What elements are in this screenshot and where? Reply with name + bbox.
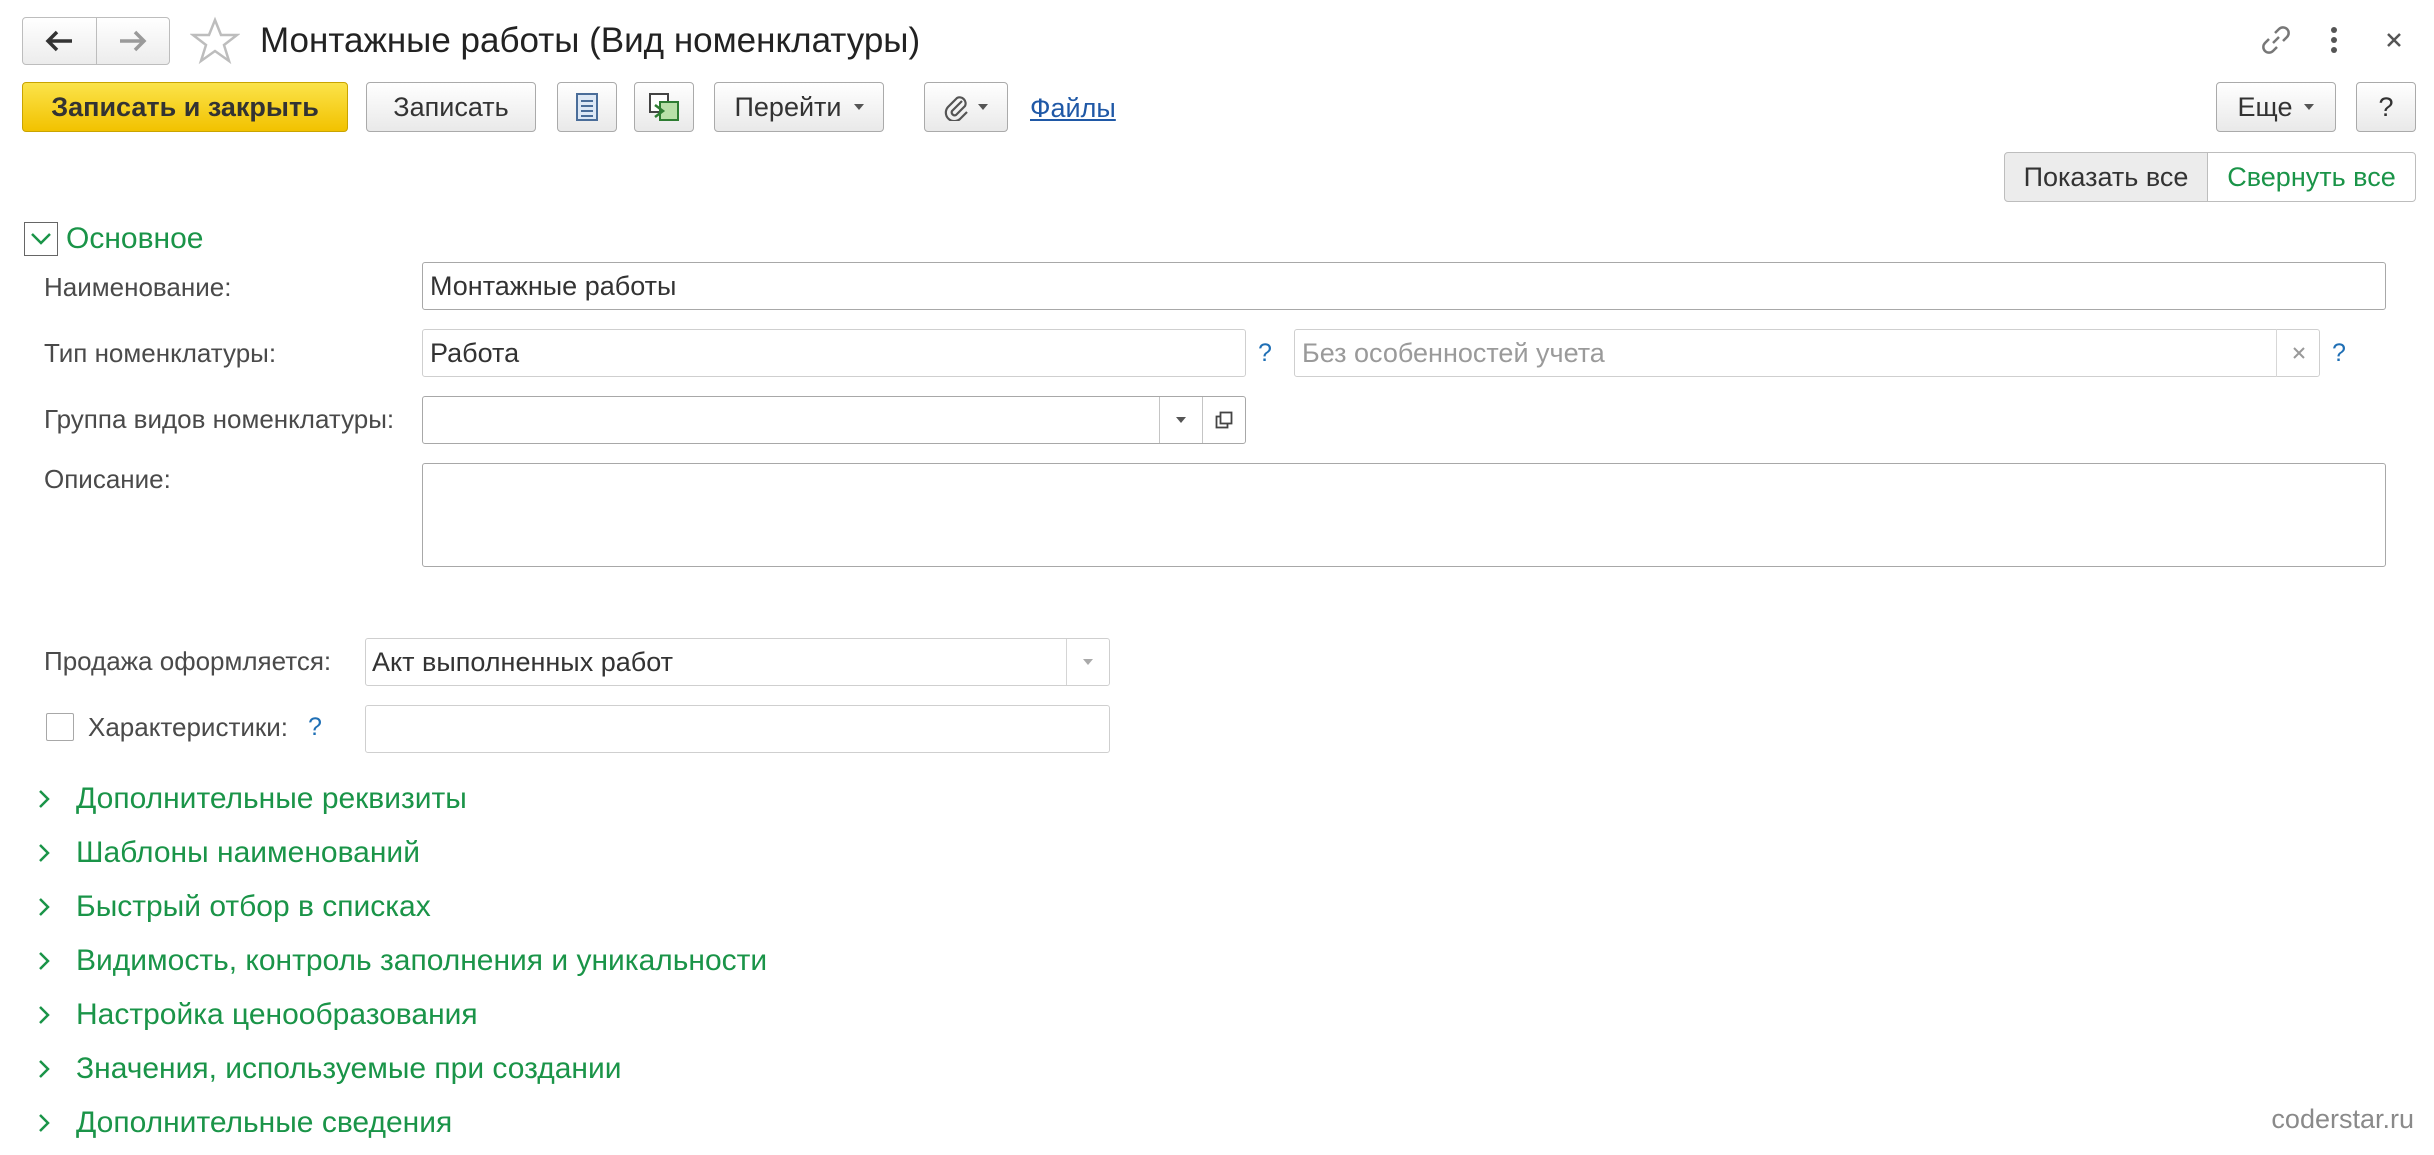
chevron-right-icon bbox=[30, 947, 58, 975]
item-type-field[interactable]: Работа bbox=[422, 329, 1246, 377]
section-default-values[interactable]: Значения, используемые при создании bbox=[30, 1042, 767, 1096]
item-type-help-link[interactable]: ? bbox=[1258, 334, 1272, 372]
section-additional-attributes[interactable]: Дополнительные реквизиты bbox=[30, 772, 767, 826]
section-quick-filter[interactable]: Быстрый отбор в списках bbox=[30, 880, 767, 934]
attach-button[interactable] bbox=[924, 82, 1008, 132]
section-title: Дополнительные сведения bbox=[76, 1106, 453, 1139]
structure-button[interactable] bbox=[634, 82, 694, 132]
forward-button[interactable] bbox=[95, 18, 170, 64]
list-icon bbox=[576, 93, 598, 121]
close-icon[interactable] bbox=[2374, 20, 2414, 60]
section-pricing-settings[interactable]: Настройка ценообразования bbox=[30, 988, 767, 1042]
main-section-toggle[interactable] bbox=[24, 222, 58, 256]
navigation-buttons bbox=[22, 17, 170, 65]
group-field[interactable] bbox=[422, 396, 1246, 444]
section-name-templates[interactable]: Шаблоны наименований bbox=[30, 826, 767, 880]
sale-document-value: Акт выполненных работ bbox=[372, 646, 673, 677]
goto-label: Перейти bbox=[734, 91, 842, 122]
chevron-down-icon bbox=[31, 233, 51, 245]
section-visibility-control[interactable]: Видимость, контроль заполнения и уникаль… bbox=[30, 934, 767, 988]
group-label: Группа видов номенклатуры: bbox=[44, 404, 395, 434]
accounting-feature-help-link[interactable]: ? bbox=[2332, 334, 2346, 372]
clear-button[interactable] bbox=[2276, 329, 2320, 377]
characteristics-help-link[interactable]: ? bbox=[308, 708, 322, 746]
section-title: Значения, используемые при создании bbox=[76, 1052, 622, 1085]
paperclip-icon bbox=[944, 96, 968, 121]
name-input[interactable]: Монтажные работы bbox=[422, 262, 2386, 310]
save-and-close-button[interactable]: Записать и закрыть bbox=[22, 82, 348, 132]
chevron-down-icon bbox=[2304, 104, 2315, 110]
clear-icon bbox=[2292, 347, 2305, 359]
forward-arrow-icon bbox=[119, 30, 147, 52]
section-title: Настройка ценообразования bbox=[76, 998, 478, 1031]
section-title: Дополнительные реквизиты bbox=[76, 782, 467, 815]
chevron-right-icon bbox=[30, 839, 58, 867]
more-vertical-icon[interactable] bbox=[2314, 20, 2354, 60]
chevron-down-icon bbox=[853, 104, 864, 110]
accounting-feature-placeholder: Без особенностей учета bbox=[1302, 337, 1605, 368]
chevron-down-icon bbox=[978, 104, 988, 110]
back-arrow-icon bbox=[45, 30, 73, 52]
favorite-star-icon[interactable] bbox=[189, 16, 241, 66]
open-icon bbox=[1215, 411, 1233, 429]
help-button[interactable]: ? bbox=[2356, 82, 2416, 132]
chevron-down-icon bbox=[1083, 659, 1093, 665]
chevron-right-icon bbox=[30, 1001, 58, 1029]
accounting-feature-field[interactable]: Без особенностей учета bbox=[1294, 329, 2320, 377]
description-textarea[interactable] bbox=[422, 463, 2386, 567]
collapse-all-button[interactable]: Свернуть все bbox=[2207, 152, 2416, 202]
link-icon[interactable] bbox=[2256, 20, 2296, 60]
section-additional-info[interactable]: Дополнительные сведения bbox=[30, 1096, 767, 1150]
files-link[interactable]: Файлы bbox=[1030, 93, 1116, 123]
group-open-button[interactable] bbox=[1202, 397, 1245, 443]
sale-document-select[interactable]: Акт выполненных работ bbox=[365, 638, 1110, 686]
collapsed-sections-list: Дополнительные реквизиты Шаблоны наимено… bbox=[30, 772, 767, 1150]
characteristics-label: Характеристики: bbox=[88, 712, 289, 742]
related-documents-icon bbox=[649, 93, 679, 121]
chevron-right-icon bbox=[30, 785, 58, 813]
group-dropdown-button[interactable] bbox=[1159, 397, 1202, 443]
page-title: Монтажные работы (Вид номенклатуры) bbox=[260, 21, 921, 60]
goto-button[interactable]: Перейти bbox=[714, 82, 884, 132]
chevron-down-icon bbox=[1176, 417, 1186, 423]
back-button[interactable] bbox=[23, 18, 96, 64]
chevron-right-icon bbox=[30, 1109, 58, 1137]
section-title: Шаблоны наименований bbox=[76, 836, 420, 869]
chevron-right-icon bbox=[30, 893, 58, 921]
name-label: Наименование: bbox=[44, 272, 232, 302]
watermark: coderstar.ru bbox=[2271, 1104, 2414, 1134]
chevron-right-icon bbox=[30, 1055, 58, 1083]
section-title: Видимость, контроль заполнения и уникаль… bbox=[76, 944, 768, 977]
sale-document-dropdown-button[interactable] bbox=[1066, 639, 1109, 685]
show-all-button[interactable]: Показать все bbox=[2004, 152, 2208, 202]
list-view-button[interactable] bbox=[557, 82, 617, 132]
more-button[interactable]: Еще bbox=[2216, 82, 2336, 132]
main-section-title[interactable]: Основное bbox=[66, 220, 203, 258]
item-type-label: Тип номенклатуры: bbox=[44, 338, 277, 368]
sale-document-label: Продажа оформляется: bbox=[44, 646, 332, 676]
section-title: Быстрый отбор в списках bbox=[76, 890, 431, 923]
more-label: Еще bbox=[2237, 91, 2293, 122]
save-button[interactable]: Записать bbox=[366, 82, 536, 132]
characteristics-checkbox[interactable] bbox=[46, 713, 74, 741]
characteristics-field[interactable] bbox=[365, 705, 1110, 753]
description-label: Описание: bbox=[44, 464, 171, 494]
